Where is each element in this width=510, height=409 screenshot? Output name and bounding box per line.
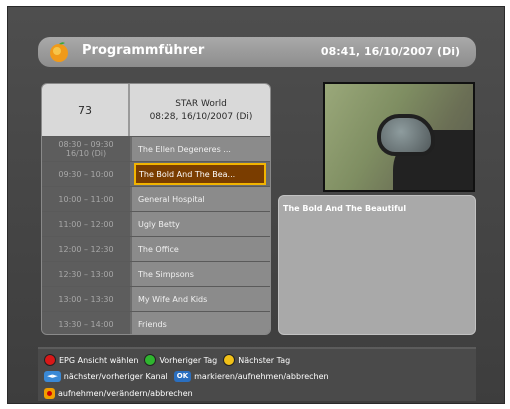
program-row[interactable]: 08:30 – 09:30 16/10 (Di) The Ellen Degene… xyxy=(42,136,270,161)
program-list-panel: 73 STAR World 08:28, 16/10/2007 (Di) 08:… xyxy=(41,83,271,335)
arrow-keys-icon: ◄► xyxy=(44,371,61,382)
video-preview xyxy=(323,82,475,192)
program-time: 13:30 – 14:00 xyxy=(42,312,130,334)
program-row[interactable]: 11:00 – 12:00 Ugly Betty xyxy=(42,211,270,236)
program-title: General Hospital xyxy=(132,187,270,211)
page-title: Programmführer xyxy=(82,43,205,58)
program-title: Ugly Betty xyxy=(132,212,270,236)
program-time: 12:30 – 13:00 xyxy=(42,262,130,286)
program-title: The Simpsons xyxy=(132,262,270,286)
record-key-icon xyxy=(44,388,55,399)
program-row[interactable]: 12:00 – 12:30 The Office xyxy=(42,236,270,261)
program-time: 11:00 – 12:00 xyxy=(42,212,130,236)
ok-key-icon: OK xyxy=(173,371,192,382)
legend-ok[interactable]: OK markieren/aufnehmen/abbrechen xyxy=(173,371,329,382)
channel-number: 73 xyxy=(42,84,130,136)
program-row[interactable]: 09:30 – 10:00 The Bold And The Bea... xyxy=(42,161,270,186)
channel-name: STAR World xyxy=(175,99,227,109)
channel-info: STAR World 08:28, 16/10/2007 (Di) xyxy=(132,84,270,136)
program-title: The Office xyxy=(132,237,270,261)
program-row[interactable]: 13:30 – 14:00 Friends xyxy=(42,311,270,334)
yellow-button-icon xyxy=(223,354,236,366)
program-title: The Ellen Degeneres ... xyxy=(132,137,270,161)
legend-green[interactable]: Vorheriger Tag xyxy=(144,354,217,366)
side-mirror-image xyxy=(377,114,435,156)
program-time: 08:30 – 09:30 16/10 (Di) xyxy=(42,137,130,161)
program-row[interactable]: 12:30 – 13:00 The Simpsons xyxy=(42,261,270,286)
legend-channel[interactable]: ◄► nächster/vorheriger Kanal xyxy=(44,371,168,382)
red-button-icon xyxy=(44,354,56,366)
description-title: The Bold And The Beautiful xyxy=(283,204,407,213)
header-bar: Programmführer 08:41, 16/10/2007 (Di) xyxy=(38,37,476,67)
channel-datetime: 08:28, 16/10/2007 (Di) xyxy=(149,112,253,122)
program-row[interactable]: 10:00 – 11:00 General Hospital xyxy=(42,186,270,211)
logo-icon xyxy=(50,42,68,62)
program-description-panel: The Bold And The Beautiful xyxy=(278,195,476,335)
program-time: 10:00 – 11:00 xyxy=(42,187,130,211)
button-legend: EPG Ansicht wählen Vorheriger Tag Nächst… xyxy=(38,347,476,401)
program-time: 12:00 – 12:30 xyxy=(42,237,130,261)
tv-screen: Programmführer 08:41, 16/10/2007 (Di) 73… xyxy=(7,6,505,404)
green-button-icon xyxy=(144,354,157,366)
current-datetime: 08:41, 16/10/2007 (Di) xyxy=(320,45,460,58)
program-title: Friends xyxy=(132,312,270,334)
program-row[interactable]: 13:00 – 13:30 My Wife And Kids xyxy=(42,286,270,311)
legend-yellow[interactable]: Nächster Tag xyxy=(223,354,290,366)
channel-header: 73 STAR World 08:28, 16/10/2007 (Di) xyxy=(42,84,270,136)
program-time: 13:00 – 13:30 xyxy=(42,287,130,311)
program-title: The Bold And The Bea... xyxy=(134,163,266,185)
legend-record[interactable]: aufnehmen/verändern/abbrechen xyxy=(44,388,193,399)
legend-red[interactable]: EPG Ansicht wählen xyxy=(44,354,138,366)
program-rows: 08:30 – 09:30 16/10 (Di) The Ellen Degene… xyxy=(42,136,270,334)
program-time: 09:30 – 10:00 xyxy=(42,162,130,186)
program-title: My Wife And Kids xyxy=(132,287,270,311)
